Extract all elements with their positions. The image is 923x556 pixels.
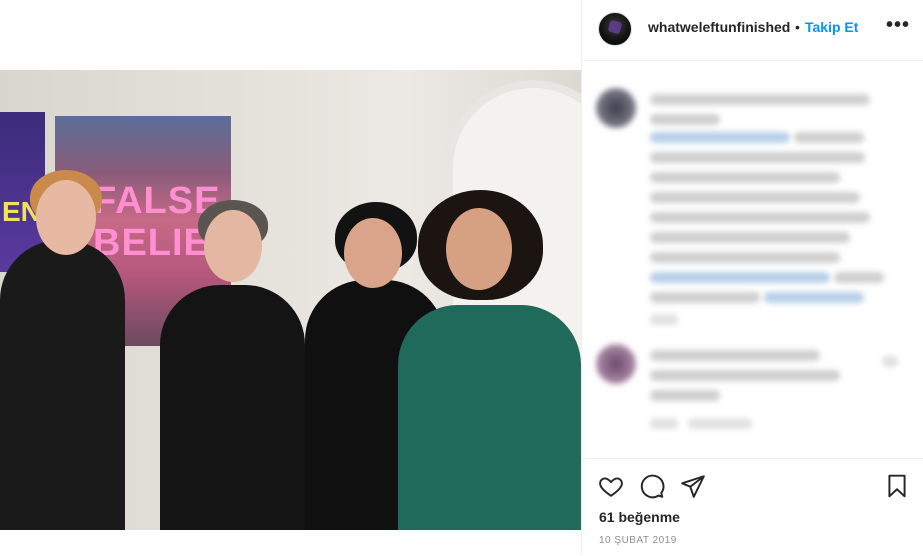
header-separator: • bbox=[795, 19, 800, 35]
comment-2-meta bbox=[650, 418, 678, 429]
likes-count[interactable]: 61 beğenme bbox=[599, 509, 680, 525]
username-link[interactable]: whatweleftunfinished bbox=[648, 19, 790, 35]
comment-1-line bbox=[650, 292, 760, 303]
comment-1-line bbox=[650, 212, 870, 223]
post-sidebar: whatweleftunfinished • Takip Et ••• 61 b… bbox=[581, 0, 923, 555]
photo-person-2 bbox=[160, 285, 305, 530]
comment-1-line bbox=[834, 272, 884, 283]
photo-person-2-face bbox=[204, 210, 262, 282]
more-options-button[interactable]: ••• bbox=[886, 14, 910, 37]
post-photo[interactable]: EN FALSE BELIEF bbox=[0, 70, 581, 530]
photo-person-4 bbox=[398, 305, 581, 530]
comment-2-line bbox=[650, 370, 840, 381]
comment-1-line bbox=[650, 232, 850, 243]
comment-1-line bbox=[650, 114, 720, 125]
comment-2-avatar bbox=[596, 344, 636, 384]
post-header: whatweleftunfinished • Takip Et ••• bbox=[582, 0, 923, 61]
comment-1-line bbox=[650, 272, 830, 283]
user-avatar[interactable] bbox=[598, 12, 632, 46]
post-date[interactable]: 10 ŞUBAT 2019 bbox=[599, 535, 677, 546]
comments-area bbox=[582, 68, 923, 458]
comment-1-line bbox=[650, 252, 840, 263]
photo-person-1-face bbox=[36, 180, 96, 255]
comment-2-like bbox=[882, 356, 898, 367]
comment-2-line bbox=[650, 350, 820, 361]
comment-2-meta bbox=[688, 418, 752, 429]
photo-person-3-face bbox=[344, 218, 402, 288]
comment-1-meta bbox=[650, 314, 678, 325]
heart-icon[interactable] bbox=[598, 473, 624, 504]
paper-plane-icon[interactable] bbox=[680, 473, 706, 504]
comment-1-line bbox=[650, 94, 870, 105]
comment-1-avatar bbox=[596, 88, 636, 128]
bookmark-icon[interactable] bbox=[884, 473, 910, 504]
post-media: EN FALSE BELIEF bbox=[0, 0, 581, 555]
comment-1-line bbox=[650, 192, 860, 203]
photo-person-1 bbox=[0, 240, 125, 530]
photo-person-4-face bbox=[446, 208, 512, 290]
comment-icon[interactable] bbox=[639, 473, 665, 504]
comment-1-line bbox=[794, 132, 864, 143]
post-actions: 61 beğenme 10 ŞUBAT 2019 bbox=[582, 458, 923, 556]
follow-button[interactable]: Takip Et bbox=[805, 19, 858, 35]
comment-1-line bbox=[764, 292, 864, 303]
comment-2-line bbox=[650, 390, 720, 401]
comment-1-line bbox=[650, 172, 840, 183]
comment-1-line bbox=[650, 152, 865, 163]
comment-1-line bbox=[650, 132, 790, 143]
